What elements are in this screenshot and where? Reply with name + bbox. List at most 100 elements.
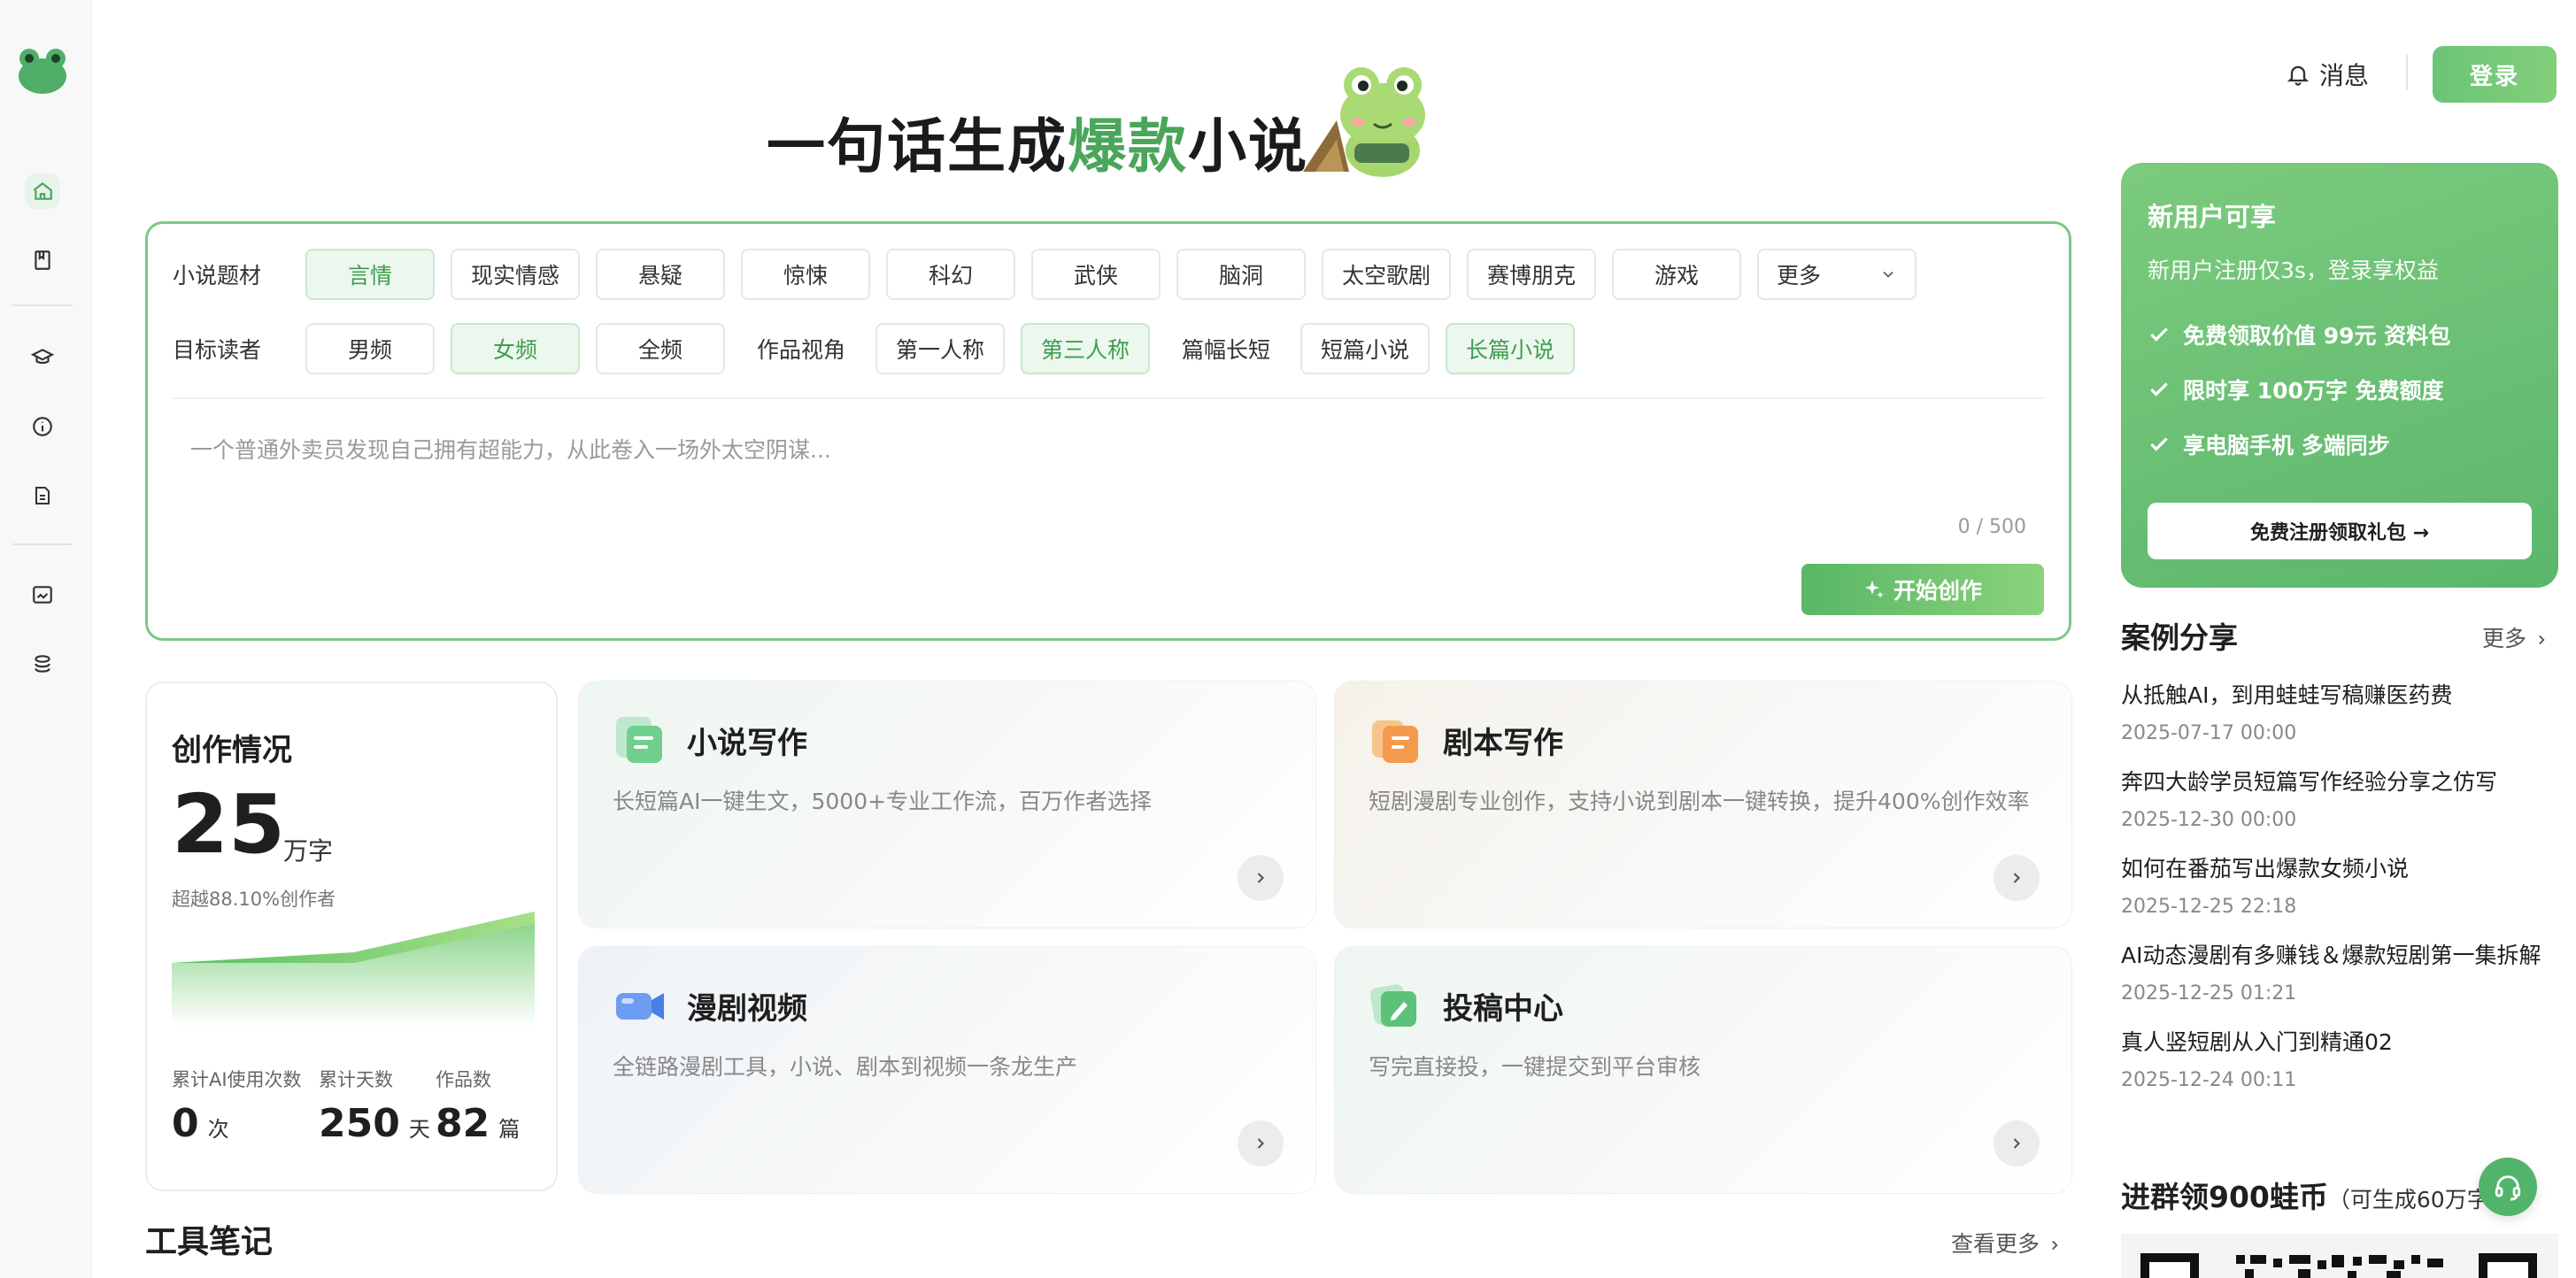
chevron-right-icon[interactable]: [1994, 1120, 2040, 1166]
works-value: 82: [436, 1101, 490, 1146]
promo-point-text: 免费领取价值 99元 资料包: [2183, 323, 2451, 349]
reader-chip[interactable]: 女频: [451, 323, 580, 374]
case-item[interactable]: 奔四大龄学员短篇写作经验分享之仿写 2025-12-30 00:00: [2121, 765, 2564, 831]
case-date: 2025-12-25 22:18: [2121, 896, 2297, 918]
pov-chip[interactable]: 第一人称: [875, 323, 1006, 374]
messages-label: 消息: [2319, 61, 2370, 90]
genre-more-select[interactable]: 更多: [1757, 249, 1917, 300]
case-title: 如何在番茄写出爆款女频小说: [2121, 856, 2410, 882]
case-date: 2025-12-24 00:11: [2121, 1069, 2297, 1091]
days-label: 累计天数: [319, 1069, 393, 1090]
info-icon[interactable]: [25, 409, 60, 444]
cases-more-link[interactable]: 更多: [2482, 621, 2549, 653]
words-unit: 万字: [283, 836, 334, 866]
promo-subtitle: 新用户注册仅3s，登录享权益: [2148, 258, 2439, 283]
case-date: 2025-12-25 01:21: [2121, 982, 2297, 1005]
image-edit-icon[interactable]: [25, 577, 60, 612]
feature-title: 小说写作: [687, 726, 807, 761]
chevron-right-icon: [2539, 635, 2545, 645]
pov-chip[interactable]: 第三人称: [1021, 323, 1151, 374]
case-date: 2025-07-17 00:00: [2121, 722, 2297, 744]
genre-chip[interactable]: 脑洞: [1176, 249, 1306, 300]
genre-chip[interactable]: 太空歌剧: [1322, 249, 1451, 300]
see-more-label: 查看更多: [1951, 1231, 2040, 1257]
chevron-right-icon[interactable]: [1994, 855, 2040, 901]
length-chip[interactable]: 短篇小说: [1300, 323, 1431, 374]
free-register-button[interactable]: 免费注册领取礼包 →: [2148, 503, 2532, 559]
bell-icon: [2287, 65, 2310, 86]
feature-desc: 全链路漫剧工具，小说、剧本到视频一条龙生产: [613, 1054, 1078, 1080]
check-icon: [2150, 437, 2168, 451]
genre-chip[interactable]: 武侠: [1031, 249, 1161, 300]
char-counter: 0 / 500: [1957, 516, 2026, 538]
genre-chip[interactable]: 悬疑: [596, 249, 725, 300]
feature-title: 投稿中心: [1443, 991, 1563, 1027]
title-highlight: 爆款: [1068, 112, 1188, 181]
chevron-right-icon[interactable]: [1238, 855, 1284, 901]
pov-label: 作品视角: [757, 337, 846, 363]
frog-logo-icon[interactable]: [16, 44, 69, 96]
genre-chip[interactable]: 惊悚: [741, 249, 870, 300]
graduation-cap-icon[interactable]: [25, 340, 60, 375]
layers-icon[interactable]: [25, 646, 60, 681]
tools-see-more-link[interactable]: 查看更多: [1951, 1227, 2063, 1259]
genre-chip[interactable]: 科幻: [886, 249, 1015, 300]
novel-writing-icon: [613, 713, 666, 766]
header-divider: [2406, 55, 2408, 90]
reader-row: 目标读者 男频 女频 全频 作品视角 第一人称 第三人称 篇幅长短 短篇小说 长…: [173, 323, 1591, 374]
growth-graph: [172, 912, 535, 1027]
case-item[interactable]: 如何在番茄写出爆款女频小说 2025-12-25 22:18: [2121, 851, 2564, 918]
feature-card-novel[interactable]: 小说写作 长短篇AI一键生文，5000+专业工作流，百万作者选择: [579, 681, 1315, 928]
home-icon[interactable]: [25, 173, 60, 209]
feature-card-script[interactable]: 剧本写作 短剧漫剧专业创作，支持小说到剧本一键转换，提升400%创作效率: [1335, 681, 2071, 928]
login-button[interactable]: 登录: [2433, 46, 2557, 103]
start-create-button[interactable]: 开始创作: [1801, 564, 2044, 615]
document-icon[interactable]: [25, 478, 60, 513]
group-promo-title: 进群领900蛙币（可生成60万字: [2121, 1174, 2489, 1216]
chevron-right-icon[interactable]: [1238, 1120, 1284, 1166]
case-item[interactable]: AI动态漫剧有多赚钱＆爆款短剧第一集拆解 2025-12-25 01:21: [2121, 938, 2564, 1005]
submit-pencil-icon: [1369, 979, 1422, 1032]
customer-service-button[interactable]: [2479, 1158, 2537, 1216]
novel-generator-panel: 小说题材 言情 现实情感 悬疑 惊悚 科幻 武侠 脑洞 太空歌剧 赛博朋克 游戏…: [145, 221, 2071, 641]
genre-chip[interactable]: 游戏: [1612, 249, 1741, 300]
case-item[interactable]: 真人竖短剧从入门到精通02 2025-12-24 00:11: [2121, 1025, 2564, 1091]
reader-chip[interactable]: 全频: [596, 323, 725, 374]
ai-uses-stat: 0次: [172, 1101, 229, 1146]
title-suffix: 小说: [1188, 112, 1308, 181]
generator-divider: [173, 397, 2044, 399]
days-value: 250: [319, 1101, 400, 1146]
check-icon: [2150, 382, 2168, 396]
sparkle-icon: [1864, 581, 1884, 598]
feature-desc: 写完直接投，一键提交到平台审核: [1369, 1054, 1701, 1080]
promo-point-text: 限时享 100万字 免费额度: [2183, 378, 2444, 404]
genre-row: 小说题材 言情 现实情感 悬疑 惊悚 科幻 武侠 脑洞 太空歌剧 赛博朋克 游戏…: [173, 249, 1932, 300]
ai-uses-unit: 次: [207, 1117, 229, 1142]
promo-point-text: 享电脑手机 多端同步: [2183, 433, 2390, 458]
promo-title: 新用户可享: [2148, 202, 2277, 232]
group-title: 进群领900蛙币: [2121, 1180, 2328, 1214]
group-note: （可生成60万字: [2327, 1187, 2489, 1213]
feature-card-video[interactable]: 漫剧视频 全链路漫剧工具，小说、剧本到视频一条龙生产: [579, 947, 1315, 1193]
genre-chip[interactable]: 赛博朋克: [1467, 249, 1596, 300]
messages-button[interactable]: 消息: [2286, 57, 2369, 92]
case-title: 从抵触AI，到用蛙蛙写稿赚医药费: [2121, 682, 2453, 708]
feature-card-submit[interactable]: 投稿中心 写完直接投，一键提交到平台审核: [1335, 947, 2071, 1193]
works-label: 作品数: [436, 1069, 491, 1090]
length-chip[interactable]: 长篇小说: [1446, 323, 1576, 374]
script-writing-icon: [1369, 713, 1422, 766]
promo-point: 享电脑手机 多端同步: [2148, 428, 2390, 460]
case-item[interactable]: 从抵触AI，到用蛙蛙写稿赚医药费 2025-07-17 00:00: [2121, 678, 2564, 744]
idea-textarea[interactable]: 一个普通外卖员发现自己拥有超能力，从此卷入一场外太空阴谋...: [190, 433, 831, 465]
genre-label: 小说题材: [173, 263, 262, 289]
genre-chip[interactable]: 现实情感: [451, 249, 580, 300]
cases-more-label: 更多: [2482, 626, 2527, 651]
book-icon[interactable]: [25, 243, 60, 278]
works-stat: 82 篇: [436, 1101, 520, 1146]
stats-title: 创作情况: [172, 733, 292, 768]
genre-chip[interactable]: 言情: [305, 249, 435, 300]
promo-point: 限时享 100万字 免费额度: [2148, 373, 2444, 405]
reader-chip[interactable]: 男频: [305, 323, 435, 374]
rail-divider: [12, 304, 73, 306]
days-stat: 250 天: [319, 1101, 430, 1146]
